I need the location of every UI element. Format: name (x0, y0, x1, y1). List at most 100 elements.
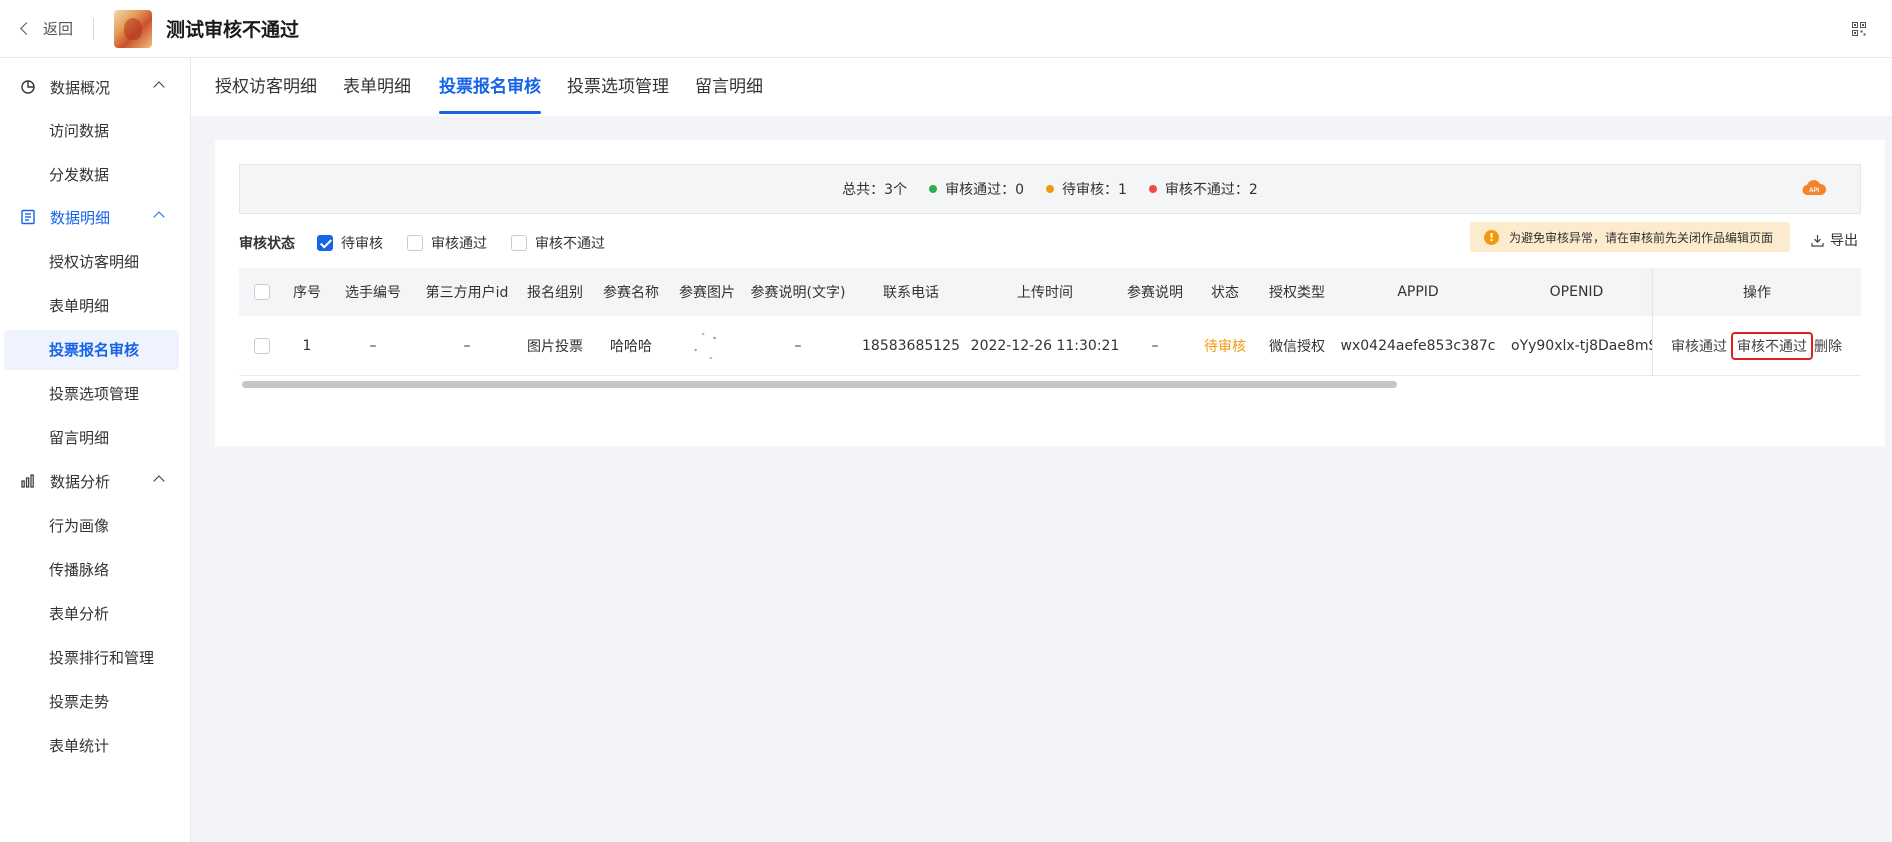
document-list-icon (21, 209, 35, 225)
col-player-no: 选手编号 (345, 285, 401, 301)
sidebar-item-distribution-data[interactable]: 分发数据 (4, 155, 179, 195)
status-filter: 审核状态 待审核 审核通过 审核不通过 (239, 228, 629, 258)
cell-name: 哈哈哈 (610, 338, 652, 355)
tab-comments[interactable]: 留言明细 (695, 58, 763, 116)
sidebar-group-analysis[interactable]: 数据分析 (0, 463, 191, 499)
fixed-column-divider (1652, 268, 1653, 376)
row-checkbox[interactable] (254, 337, 270, 354)
col-image: 参赛图片 (679, 285, 735, 301)
checkbox-checked[interactable] (317, 235, 333, 251)
orange-dot-icon (1046, 185, 1054, 193)
cell-text-desc: – (794, 337, 802, 354)
summary-total: 总共：3个 (842, 179, 907, 199)
cell-group: 图片投票 (527, 338, 583, 355)
summary-rejected-text: 审核不通过：2 (1164, 182, 1258, 198)
export-label: 导出 (1830, 233, 1858, 249)
horizontal-scrollbar[interactable] (239, 378, 1652, 390)
sidebar-group-label: 数据分析 (50, 472, 111, 491)
svg-text:API: API (1809, 188, 1819, 194)
checkbox[interactable] (407, 235, 423, 251)
select-all-checkbox[interactable] (254, 284, 270, 300)
summary-pending-text: 待审核：1 (1062, 182, 1127, 198)
detail-tabs: 授权访客明细 表单明细 投票报名审核 投票选项管理 留言明细 (191, 58, 1892, 116)
sidebar-item-visit-data[interactable]: 访问数据 (4, 111, 179, 151)
chevron-up-icon (153, 211, 165, 223)
review-panel: 总共：3个 审核通过：0 待审核：1 审核不通过：2 API 审核状态 待审核 … (215, 140, 1885, 446)
export-button[interactable]: 导出 (1811, 230, 1858, 250)
sidebar-item-vote-ranking[interactable]: 投票排行和管理 (4, 638, 179, 678)
entry-image-thumbnail[interactable] (688, 325, 726, 366)
sidebar-item-form-analysis[interactable]: 表单分析 (4, 594, 179, 634)
cell-actions: 审核通过 审核不通过 删除 (1653, 316, 1861, 375)
row-select-cell (239, 316, 285, 375)
checkbox[interactable] (511, 235, 527, 251)
sidebar: 数据概况 访问数据 分发数据 数据明细 授权访客明细 表单明细 投票报名审核 投… (0, 58, 191, 842)
green-dot-icon (929, 185, 938, 193)
sidebar-item-form-details[interactable]: 表单明细 (4, 286, 179, 326)
tab-vote-options[interactable]: 投票选项管理 (567, 58, 669, 116)
reject-button[interactable]: 审核不通过 (1731, 331, 1813, 360)
cell-desc: – (1151, 337, 1159, 354)
filter-option-rejected[interactable]: 审核不通过 (511, 233, 605, 253)
tab-form-details[interactable]: 表单明细 (343, 58, 411, 116)
cell-appid: wx0424aefe853c387c (1340, 337, 1496, 354)
filter-option-label: 待审核 (341, 236, 383, 252)
select-all-cell (239, 268, 285, 316)
sidebar-item-auth-visitors[interactable]: 授权访客明细 (4, 242, 179, 282)
chevron-left-icon (20, 22, 33, 35)
review-notice: ! 为避免审核异常，请在审核前先关闭作品编辑页面 (1470, 222, 1790, 252)
sidebar-group-label: 数据明细 (50, 208, 111, 227)
cell-auth-type: 微信授权 (1269, 338, 1325, 355)
filter-option-approved[interactable]: 审核通过 (407, 233, 487, 253)
sidebar-item-vote-signup-review[interactable]: 投票报名审核 (4, 330, 179, 370)
back-label: 返回 (43, 20, 74, 38)
tab-vote-signup-review[interactable]: 投票报名审核 (439, 58, 541, 116)
header-divider (93, 17, 95, 40)
chevron-up-icon (153, 475, 165, 487)
qrcode-icon[interactable] (1852, 22, 1866, 36)
col-openid: OPENID (1549, 284, 1604, 300)
col-phone: 联系电话 (883, 285, 939, 301)
sidebar-group-details[interactable]: 数据明细 (0, 199, 191, 235)
table-row: 1 – – 图片投票 哈哈哈 – 18583685125 2022-12-26 … (239, 316, 1861, 376)
col-third-party-id: 第三方用户id (425, 285, 509, 301)
notice-text: 为避免审核异常，请在审核前先关闭作品编辑页面 (1509, 230, 1774, 245)
filter-option-pending[interactable]: 待审核 (317, 233, 383, 253)
pie-chart-icon (21, 80, 35, 94)
sidebar-item-propagation[interactable]: 传播脉络 (4, 550, 179, 590)
col-status: 状态 (1211, 285, 1239, 301)
summary-total-text: 总共：3个 (842, 182, 908, 198)
cell-openid: oYy90xlx-tj8Dae8mSa (1511, 337, 1652, 354)
signup-table: 序号 选手编号 第三方用户id 报名组别 参赛名称 参赛图片 参赛说明(文字) … (239, 268, 1861, 388)
col-text-desc: 参赛说明(文字) (750, 285, 846, 301)
sidebar-item-comments[interactable]: 留言明细 (4, 418, 179, 458)
filter-label: 审核状态 (239, 236, 295, 252)
cell-image (669, 316, 745, 375)
col-index: 序号 (293, 285, 321, 301)
download-icon (1811, 234, 1824, 247)
api-cloud-icon[interactable]: API (1802, 179, 1826, 197)
cell-third-party-id: – (463, 337, 471, 354)
sidebar-item-behavior-profile[interactable]: 行为画像 (4, 506, 179, 546)
sidebar-group-overview[interactable]: 数据概况 (0, 69, 191, 105)
col-appid: APPID (1397, 284, 1439, 300)
sidebar-item-vote-trend[interactable]: 投票走势 (4, 682, 179, 722)
filter-option-label: 审核通过 (431, 236, 487, 252)
summary-approved: 审核通过：0 (929, 179, 1024, 199)
approve-button[interactable]: 审核通过 (1667, 333, 1731, 359)
col-auth-type: 授权类型 (1269, 285, 1325, 301)
top-header: 返回 测试审核不通过 (0, 0, 1892, 58)
sidebar-item-vote-options[interactable]: 投票选项管理 (4, 374, 179, 414)
scrollbar-thumb[interactable] (242, 381, 1397, 388)
tab-auth-visitors[interactable]: 授权访客明细 (215, 58, 317, 116)
col-actions: 操作 (1743, 285, 1771, 301)
summary-approved-text: 审核通过：0 (945, 182, 1024, 198)
col-group: 报名组别 (527, 285, 583, 301)
sidebar-item-form-stats[interactable]: 表单统计 (4, 726, 179, 766)
delete-button[interactable]: 删除 (1813, 333, 1846, 359)
bar-chart-icon (21, 474, 34, 488)
summary-rejected: 审核不通过：2 (1148, 179, 1258, 199)
back-button[interactable]: 返回 (20, 18, 74, 39)
cell-status: 待审核 (1204, 338, 1246, 355)
activity-cover-thumbnail (114, 9, 153, 48)
